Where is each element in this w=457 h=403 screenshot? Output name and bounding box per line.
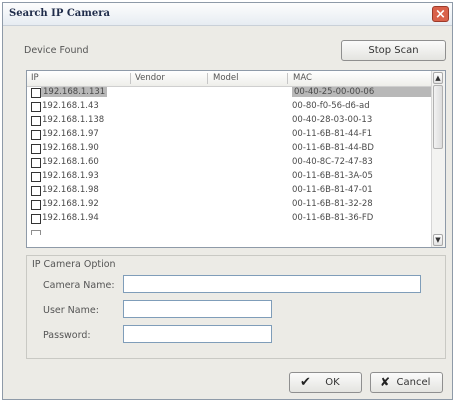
password-field[interactable] xyxy=(123,325,272,343)
table-row[interactable]: 192.168.1.93 00-11-6B-81-3A-05 xyxy=(27,171,432,183)
scroll-thumb[interactable] xyxy=(433,85,443,149)
row-ip: 192.168.1.60 xyxy=(42,157,99,167)
row-mac: 00-80-f0-56-d6-ad xyxy=(292,101,370,111)
close-icon: × xyxy=(435,7,446,22)
user-name-label: User Name: xyxy=(43,305,99,316)
row-checkbox[interactable] xyxy=(31,200,41,210)
row-checkbox[interactable] xyxy=(31,102,41,112)
row-mac: 00-11-6B-81-36-FD xyxy=(292,213,374,223)
row-ip: 192.168.1.90 xyxy=(42,143,99,153)
row-ip: 192.168.1.94 xyxy=(42,213,99,223)
search-ip-camera-window: Search IP Camera × Device Found Stop Sca… xyxy=(2,2,453,400)
row-ip: 192.168.1.43 xyxy=(42,101,99,111)
window-title: Search IP Camera xyxy=(9,8,110,19)
row-mac: 00-40-28-03-00-13 xyxy=(292,115,373,125)
cancel-button[interactable]: ✘ Cancel xyxy=(370,372,443,393)
device-found-label: Device Found xyxy=(24,45,89,56)
scroll-up-icon[interactable]: ▲ xyxy=(433,72,443,84)
table-row[interactable]: 192.168.1.94 00-11-6B-81-36-FD xyxy=(27,213,432,225)
stop-scan-label: Stop Scan xyxy=(368,45,419,56)
row-mac: 00-11-6B-81-3A-05 xyxy=(292,171,373,181)
table-row[interactable]: 192.168.1.138 00-40-28-03-00-13 xyxy=(27,115,432,127)
row-checkbox[interactable] xyxy=(31,186,41,196)
row-mac: 00-11-6B-81-32-28 xyxy=(292,199,373,209)
row-mac: 00-40-25-00-00-06 xyxy=(292,87,433,97)
column-divider[interactable] xyxy=(287,73,288,84)
row-mac: 00-11-6B-81-44-BD xyxy=(292,143,374,153)
column-model[interactable]: Model xyxy=(213,73,239,83)
password-label: Password: xyxy=(43,330,91,341)
row-mac: 00-40-8C-72-47-83 xyxy=(292,157,373,167)
row-checkbox[interactable] xyxy=(31,214,41,224)
table-row[interactable]: 192.168.1.131 00-40-25-00-00-06 xyxy=(27,87,433,99)
ip-camera-option-group: IP Camera Option Camera Name: User Name:… xyxy=(26,255,446,359)
row-ip: 192.168.1.97 xyxy=(42,129,99,139)
list-header: IP Vendor Model MAC xyxy=(27,71,432,87)
row-ip: 192.168.1.131 xyxy=(41,87,108,97)
group-title: IP Camera Option xyxy=(30,259,118,270)
stop-scan-button[interactable]: Stop Scan xyxy=(341,40,446,61)
table-row[interactable] xyxy=(27,229,432,235)
column-vendor[interactable]: Vendor xyxy=(135,73,165,83)
table-row[interactable]: 192.168.1.60 00-40-8C-72-47-83 xyxy=(27,157,432,169)
row-checkbox[interactable] xyxy=(31,144,41,154)
column-mac[interactable]: MAC xyxy=(293,73,312,83)
ok-label: OK xyxy=(325,377,340,388)
table-row[interactable]: 192.168.1.90 00-11-6B-81-44-BD xyxy=(27,143,432,155)
row-ip: 192.168.1.92 xyxy=(42,199,99,209)
table-row[interactable]: 192.168.1.97 00-11-6B-81-44-F1 xyxy=(27,129,432,141)
row-checkbox[interactable] xyxy=(31,88,41,98)
row-ip: 192.168.1.138 xyxy=(42,115,105,125)
row-checkbox[interactable] xyxy=(31,230,41,235)
row-checkbox[interactable] xyxy=(31,158,41,168)
cancel-label: Cancel xyxy=(396,377,431,388)
user-name-field[interactable] xyxy=(123,300,272,318)
title-bar: Search IP Camera × xyxy=(3,3,452,26)
scroll-down-icon[interactable]: ▼ xyxy=(433,234,443,246)
row-ip: 192.168.1.98 xyxy=(42,185,99,195)
table-row[interactable]: 192.168.1.92 00-11-6B-81-32-28 xyxy=(27,199,432,211)
device-rows: 192.168.1.131 00-40-25-00-00-06 192.168.1… xyxy=(27,87,433,247)
row-mac: 00-11-6B-81-44-F1 xyxy=(292,129,373,139)
table-row[interactable]: 192.168.1.98 00-11-6B-81-47-01 xyxy=(27,185,432,197)
camera-name-field[interactable] xyxy=(123,275,421,293)
row-checkbox[interactable] xyxy=(31,172,41,182)
close-button[interactable]: × xyxy=(432,6,449,22)
row-ip: 192.168.1.93 xyxy=(42,171,99,181)
column-divider[interactable] xyxy=(207,73,208,84)
column-divider[interactable] xyxy=(130,73,131,84)
vertical-scrollbar[interactable]: ▲ ▼ xyxy=(431,71,445,247)
x-icon: ✘ xyxy=(380,375,391,389)
device-list[interactable]: IP Vendor Model MAC 192.168.1.131 00-40-2… xyxy=(26,70,446,248)
camera-name-label: Camera Name: xyxy=(43,280,115,291)
ok-button[interactable]: ✔ OK xyxy=(289,372,362,393)
row-checkbox[interactable] xyxy=(31,116,41,126)
table-row[interactable]: 192.168.1.43 00-80-f0-56-d6-ad xyxy=(27,101,432,113)
column-ip[interactable]: IP xyxy=(31,73,39,83)
row-checkbox[interactable] xyxy=(31,130,41,140)
row-mac: 00-11-6B-81-47-01 xyxy=(292,185,373,195)
check-icon: ✔ xyxy=(300,375,311,390)
